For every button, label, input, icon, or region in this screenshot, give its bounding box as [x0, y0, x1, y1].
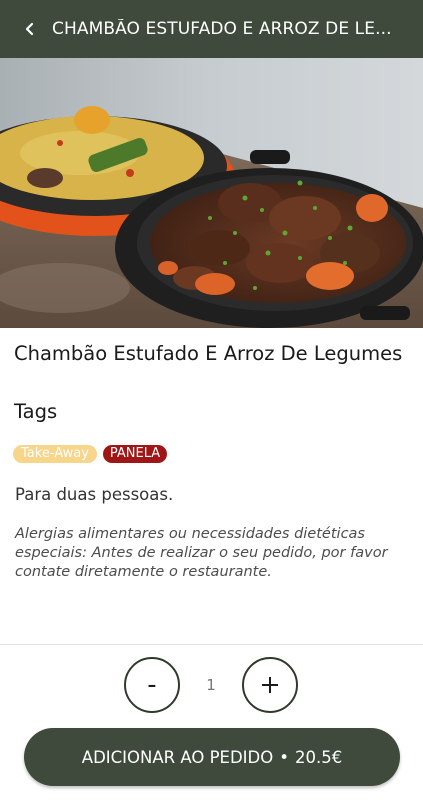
minus-label: -	[147, 670, 157, 700]
price-separator: •	[279, 747, 289, 767]
plus-icon	[262, 677, 278, 693]
tags-heading: Tags	[14, 400, 58, 423]
divider	[0, 644, 423, 645]
decrement-button[interactable]: -	[124, 657, 180, 713]
page-title: CHAMBÃO ESTUFADO E ARROZ DE LE...	[52, 19, 392, 39]
dish-name: Chambão Estufado E Arroz De Legumes	[14, 342, 403, 365]
tag-take-away: Take-Away	[13, 445, 97, 463]
tag-panela: PANELA	[102, 445, 168, 463]
chevron-left-icon	[25, 22, 34, 36]
back-button[interactable]	[8, 0, 52, 58]
allergy-notice: Alergias alimentares ou necessidades die…	[15, 526, 388, 580]
increment-button[interactable]	[242, 657, 298, 713]
tags-list: Take-Away PANELA	[13, 445, 168, 463]
dish-photo	[0, 58, 423, 328]
dish-description: Para duas pessoas.	[15, 485, 174, 504]
price-label: 20.5€	[294, 747, 343, 767]
quantity-value: 1	[206, 676, 216, 694]
add-to-order-label: ADICIONAR AO PEDIDO	[81, 747, 274, 767]
add-to-order-button[interactable]: ADICIONAR AO PEDIDO • 20.5€	[24, 728, 400, 786]
app-bar: CHAMBÃO ESTUFADO E ARROZ DE LE...	[0, 0, 423, 58]
